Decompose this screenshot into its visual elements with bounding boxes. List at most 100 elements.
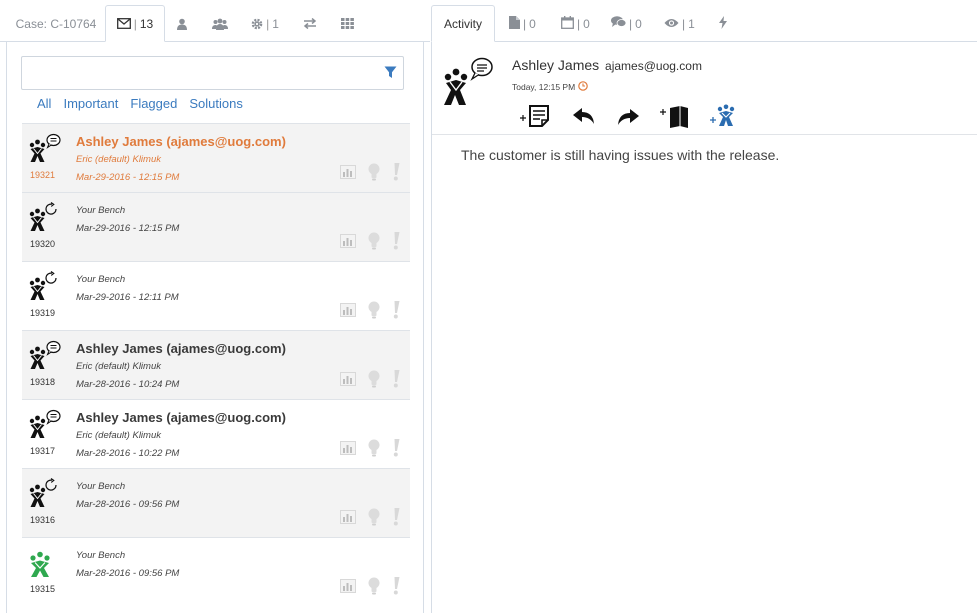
item-actions <box>340 301 400 324</box>
chart-icon[interactable] <box>340 510 356 529</box>
tab-separator: | <box>133 16 137 31</box>
exclamation-icon[interactable] <box>392 232 400 255</box>
chart-icon[interactable] <box>340 372 356 391</box>
tab-separator: | <box>682 16 686 31</box>
item-author: Your Bench <box>76 481 126 492</box>
tab-separator: | <box>629 16 633 31</box>
tab-contact[interactable] <box>170 5 194 42</box>
chart-icon[interactable] <box>340 234 356 253</box>
activity-time: Today, 12:15 PM <box>512 81 588 93</box>
item-actions <box>340 508 400 531</box>
activity-tab-label: Activity <box>444 16 483 31</box>
system-refresh-icon <box>28 478 62 508</box>
exclamation-icon[interactable] <box>392 577 400 600</box>
grid-icon <box>340 18 354 29</box>
item-id: 19317 <box>30 446 56 456</box>
chart-icon[interactable] <box>340 579 356 598</box>
list-item[interactable]: 19317 Ashley James (ajames@uog.com) Eric… <box>22 399 410 468</box>
lightbulb-icon[interactable] <box>368 301 380 324</box>
clock-icon <box>578 81 588 93</box>
exclamation-icon[interactable] <box>392 370 400 393</box>
filter-solutions[interactable]: Solutions <box>189 96 242 114</box>
exclamation-icon[interactable] <box>392 163 400 186</box>
lightning-icon <box>719 15 727 32</box>
item-actions <box>340 163 400 186</box>
settings-count: 1 <box>272 16 279 31</box>
detail-divider <box>432 134 977 135</box>
filter-important[interactable]: Important <box>63 96 118 114</box>
filter-links: All Important Flagged Solutions <box>37 96 243 114</box>
item-id: 19315 <box>30 584 56 594</box>
list-item[interactable]: 19320 Your Bench Mar-29-2016 - 12:15 PM <box>22 192 410 261</box>
users-icon <box>212 18 228 30</box>
item-id: 19319 <box>30 308 56 318</box>
lightbulb-icon[interactable] <box>368 439 380 462</box>
email-list-container: All Important Flagged Solutions 19321 As… <box>7 42 423 613</box>
filter-flagged[interactable]: Flagged <box>130 96 177 114</box>
email-list-panel: All Important Flagged Solutions 19321 As… <box>6 42 424 613</box>
item-id: 19321 <box>30 170 56 180</box>
tab-separator: | <box>577 16 581 31</box>
reply-icon[interactable] <box>572 106 596 131</box>
item-author: Your Bench <box>76 550 126 561</box>
tab-views[interactable]: | 1 <box>664 5 695 42</box>
list-item[interactable]: 19316 Your Bench Mar-28-2016 - 09:56 PM <box>22 468 410 537</box>
item-actions <box>340 370 400 393</box>
item-date: Mar-28-2016 - 09:56 PM <box>76 499 180 510</box>
tab-settings[interactable]: | 1 <box>247 5 283 42</box>
views-count: 1 <box>688 16 695 31</box>
list-item[interactable]: 19315 Your Bench Mar-28-2016 - 09:56 PM <box>22 537 410 606</box>
system-refresh-icon <box>28 271 62 301</box>
lightbulb-icon[interactable] <box>368 232 380 255</box>
add-contact-icon[interactable] <box>710 104 736 133</box>
list-item[interactable]: 19319 Your Bench Mar-29-2016 - 12:11 PM <box>22 261 410 330</box>
case-panel: Case: C-10764 | 13 | 1 All Important Fla… <box>0 0 430 613</box>
search-input[interactable] <box>22 57 372 89</box>
chart-icon[interactable] <box>340 165 356 184</box>
item-actions <box>340 232 400 255</box>
tab-quick-actions[interactable] <box>719 5 727 42</box>
tab-activity[interactable]: Activity <box>431 5 496 42</box>
list-item[interactable]: 19318 Ashley James (ajames@uog.com) Eric… <box>22 330 410 399</box>
exclamation-icon[interactable] <box>392 301 400 324</box>
item-date: Mar-29-2016 - 12:11 PM <box>76 292 179 303</box>
item-date: Mar-28-2016 - 09:56 PM <box>76 568 180 579</box>
lightbulb-icon[interactable] <box>368 163 380 186</box>
tab-calendar[interactable]: | 0 <box>561 5 590 42</box>
exclamation-icon[interactable] <box>392 508 400 531</box>
add-note-icon[interactable] <box>520 104 552 133</box>
transfer-arrows-icon <box>303 18 317 29</box>
tab-emails[interactable]: | 13 <box>105 5 165 42</box>
forward-icon[interactable] <box>616 106 640 131</box>
lightbulb-icon[interactable] <box>368 508 380 531</box>
chart-icon[interactable] <box>340 441 356 460</box>
tab-documents[interactable]: | 0 <box>509 5 536 42</box>
message-body: The customer is still having issues with… <box>461 147 780 163</box>
list-item[interactable]: 19321 Ashley James (ajames@uog.com) Eric… <box>22 123 410 192</box>
item-id: 19318 <box>30 377 56 387</box>
item-date: Mar-29-2016 - 12:15 PM <box>76 172 180 183</box>
filter-all[interactable]: All <box>37 96 51 114</box>
activity-time-text: Today, 12:15 PM <box>512 82 576 92</box>
item-sender: Ashley James (ajames@uog.com) <box>76 341 286 356</box>
item-id: 19320 <box>30 239 56 249</box>
filter-icon[interactable] <box>384 66 397 84</box>
chart-icon[interactable] <box>340 303 356 322</box>
tab-case[interactable]: Case: C-10764 <box>8 5 104 42</box>
tab-team[interactable] <box>205 5 235 42</box>
sender-avatar-icon <box>442 57 494 114</box>
green-user-icon <box>28 547 62 577</box>
exclamation-icon[interactable] <box>392 439 400 462</box>
add-knowledge-icon[interactable] <box>660 104 690 133</box>
documents-count: 0 <box>529 16 536 31</box>
tab-transfer[interactable] <box>299 5 321 42</box>
lightbulb-icon[interactable] <box>368 577 380 600</box>
user-icon <box>176 18 188 30</box>
tab-comments[interactable]: | 0 <box>611 5 642 42</box>
tab-grid[interactable] <box>336 5 358 42</box>
lightbulb-icon[interactable] <box>368 370 380 393</box>
email-avatar-icon <box>28 133 62 163</box>
item-author: Your Bench <box>76 274 126 285</box>
sender-name-text: Ashley James <box>512 57 600 73</box>
activity-tab-bar: Activity | 0 | 0 | 0 | 1 <box>431 0 977 42</box>
